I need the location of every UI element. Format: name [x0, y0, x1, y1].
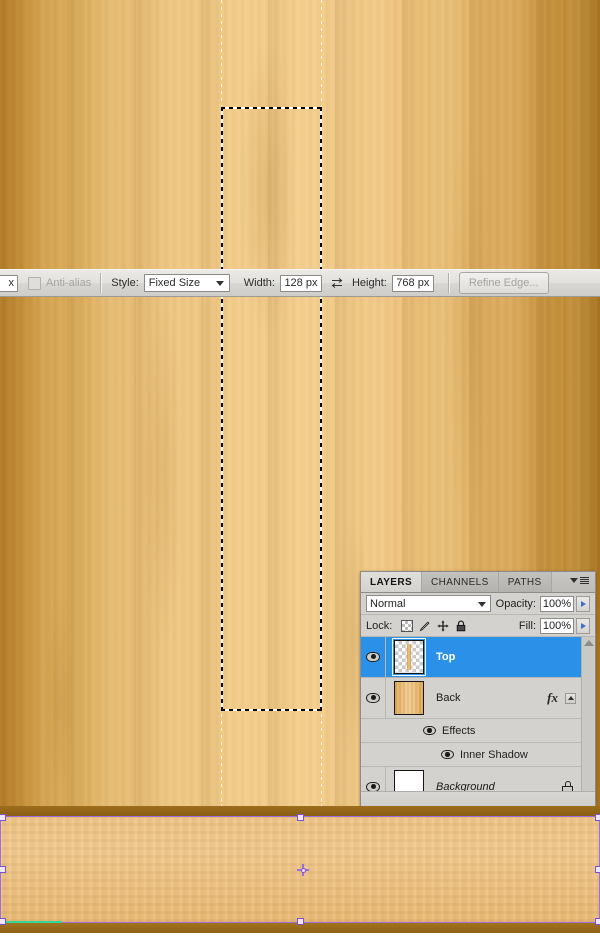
- width-input[interactable]: 128 px: [279, 274, 322, 292]
- panel-menu-triangle-icon: [570, 578, 578, 583]
- layer-thumbnail: [394, 770, 424, 791]
- chevron-down-icon: [477, 601, 486, 607]
- panel-menu-icon[interactable]: [570, 577, 589, 584]
- scroll-up-arrow-icon[interactable]: [583, 640, 594, 646]
- layer-thumbnail-cell: [386, 770, 432, 791]
- divider-1: [100, 273, 103, 293]
- style-select-value: Fixed Size: [148, 277, 201, 289]
- anti-alias-control[interactable]: Anti-alias: [28, 276, 92, 290]
- options-bar: x Anti-alias Style: Fixed Size Width: 12…: [0, 269, 600, 297]
- style-select[interactable]: Fixed Size: [143, 274, 230, 292]
- stepper-arrow-icon: [580, 600, 586, 607]
- tab-paths[interactable]: PATHS: [498, 572, 552, 592]
- lock-transparency-icon[interactable]: [401, 619, 414, 632]
- eye-icon[interactable]: [441, 750, 454, 759]
- transform-selected-board: [0, 817, 600, 922]
- blend-mode-select[interactable]: Normal: [366, 595, 491, 612]
- height-label: Height:: [351, 277, 387, 289]
- tab-layers[interactable]: LAYERS: [361, 572, 423, 592]
- layer-thumbnail-cell: [386, 638, 432, 676]
- layer-visibility-toggle[interactable]: [361, 767, 386, 791]
- layer-visibility-toggle[interactable]: [361, 637, 386, 677]
- fx-expand-toggle-icon[interactable]: [565, 692, 576, 704]
- panel-tab-bar: LAYERS CHANNELS PATHS: [361, 572, 595, 593]
- lock-icon-group: [401, 619, 467, 632]
- eye-icon[interactable]: [423, 726, 436, 735]
- eye-icon: [366, 652, 380, 662]
- marquee-edge-bottom: [221, 709, 322, 711]
- lock-position-icon[interactable]: [437, 620, 449, 632]
- layer-row-top[interactable]: Top: [361, 637, 581, 678]
- anti-alias-label: Anti-alias: [46, 277, 92, 289]
- layer-name-back[interactable]: Back: [432, 692, 547, 704]
- panel-menu-lines-icon: [580, 577, 589, 584]
- eye-icon: [366, 782, 380, 791]
- layer-row-back[interactable]: Back fx: [361, 678, 581, 719]
- chevron-down-icon: [215, 281, 224, 286]
- lock-fill-row: Lock: Fill: 100%: [361, 615, 595, 637]
- layer-effects-group-row[interactable]: Effects: [361, 719, 581, 743]
- lock-image-pixels-icon[interactable]: [419, 620, 431, 632]
- layer-name-top[interactable]: Top: [432, 651, 581, 663]
- fill-stepper[interactable]: [576, 617, 590, 634]
- marquee-edge-left: [221, 107, 223, 711]
- effects-group-label: Effects: [442, 724, 476, 737]
- blend-mode-value: Normal: [370, 597, 406, 610]
- layer-row-background[interactable]: Background: [361, 767, 581, 791]
- layer-thumbnail-cell: [386, 681, 432, 715]
- fill-input[interactable]: 100%: [540, 617, 574, 634]
- layers-panel: LAYERS CHANNELS PATHS Normal Opacity: 10…: [360, 571, 596, 815]
- fx-icon[interactable]: fx: [547, 690, 558, 706]
- anti-alias-checkbox[interactable]: [28, 276, 41, 290]
- tab-channels[interactable]: CHANNELS: [422, 572, 499, 592]
- blend-opacity-row: Normal Opacity: 100%: [361, 593, 595, 615]
- opacity-input[interactable]: 100%: [540, 595, 574, 612]
- divider-2: [447, 273, 450, 293]
- layers-panel-scrollbar[interactable]: [581, 637, 595, 791]
- refine-edge-button[interactable]: Refine Edge...: [458, 272, 549, 294]
- selection-marquee[interactable]: [221, 107, 322, 711]
- eye-icon: [366, 693, 380, 703]
- layer-thumbnail: [392, 638, 426, 676]
- fill-label: Fill:: [518, 619, 536, 632]
- opacity-label: Opacity:: [495, 597, 536, 610]
- width-label: Width:: [243, 277, 275, 289]
- layer-list: Top Back fx Effects Inner Shadow Backgro…: [361, 637, 595, 791]
- layer-name-background[interactable]: Background: [432, 781, 562, 791]
- opacity-stepper[interactable]: [576, 595, 590, 612]
- height-input[interactable]: 768 px: [391, 274, 434, 292]
- canvas-edge-strip-bottom: [0, 923, 600, 933]
- layer-effect-inner-shadow-row[interactable]: Inner Shadow: [361, 743, 581, 767]
- style-label: Style:: [111, 277, 139, 289]
- layer-locked-icon: [562, 781, 573, 791]
- effect-label-inner-shadow: Inner Shadow: [460, 748, 528, 761]
- swap-width-height-icon[interactable]: [330, 276, 344, 290]
- layer-thumbnail: [394, 681, 424, 715]
- layer-visibility-toggle[interactable]: [361, 678, 386, 718]
- canvas-edge-strip-top: [0, 806, 600, 816]
- lock-all-icon[interactable]: [455, 620, 467, 632]
- stepper-arrow-icon: [580, 622, 586, 629]
- marquee-edge-top: [221, 107, 322, 109]
- lock-label: Lock:: [366, 619, 393, 632]
- canvas-border-line: [0, 816, 600, 817]
- feather-input[interactable]: x: [0, 274, 18, 292]
- marquee-edge-right: [320, 107, 322, 711]
